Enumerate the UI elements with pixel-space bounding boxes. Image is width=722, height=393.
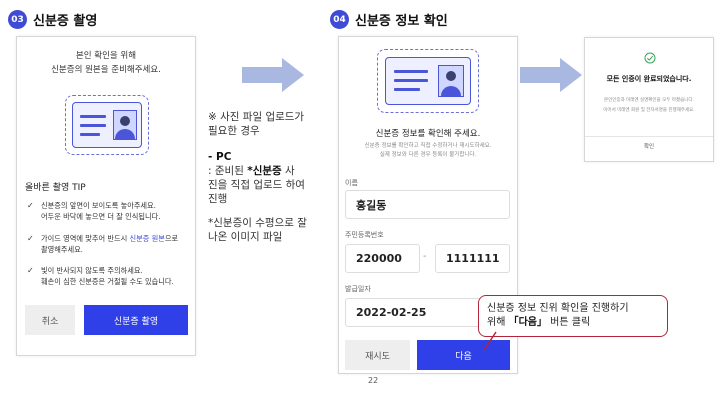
info-subtext-line: 실제 정보와 다른 경우 등록이 불가합니다. — [379, 152, 477, 158]
arrow-right-icon — [242, 58, 304, 92]
modal-divider — [585, 136, 713, 137]
callout-pointer-icon — [483, 331, 497, 351]
upload-note: ※ 사진 파일 업로드가 필요한 경우 - PC : 준비된 *신분증 사 진을… — [208, 110, 307, 244]
callout-highlight: 「다음」 — [508, 317, 547, 328]
completion-subtext: 본인인증과 미래엔 실명확인을 모두 마쳤습니다. 이어서 미래엔 회원 및 전… — [585, 96, 713, 116]
tip-line: 어두운 바닥에 놓으면 더 잘 인식됩니다. — [41, 212, 161, 221]
check-icon: ✓ — [27, 234, 34, 243]
tip-line: 신분증의 앞면이 보이도록 놓아주세요. — [41, 201, 156, 210]
tip-line: 빛이 반사되지 않도록 주의하세요. — [41, 266, 143, 275]
tip-line: 으로 — [164, 234, 179, 243]
note-pc-title: - PC — [208, 151, 232, 163]
name-label: 이름 — [345, 179, 358, 187]
info-subtext: 신분증 정보를 확인하고 직접 수정하거나 재시도하세요. 실제 정보와 다른 … — [339, 142, 517, 160]
capture-tip-item: ✓ 빛이 반사되지 않도록 주의하세요. 훼손이 심한 신분증은 거절될 수도 있… — [27, 265, 174, 287]
check-icon: ✓ — [27, 201, 34, 210]
note-line: 진행 — [208, 193, 228, 205]
note-line: 나온 이미지 파일 — [208, 231, 283, 243]
arrow-right-icon — [520, 58, 582, 92]
note-line: ※ 사진 파일 업로드가 — [208, 111, 305, 123]
id-card-illustration-icon — [377, 49, 479, 113]
completion-title: 모든 인증이 완료되었습니다. — [606, 75, 692, 83]
callout-line: 신분증 정보 진위 확인을 진행하기 — [487, 303, 629, 314]
issue-date-label: 발급일자 — [345, 285, 371, 293]
capture-intro-line1: 본인 확인을 위해 — [75, 51, 137, 61]
rrn-dash: - — [423, 251, 427, 262]
tip-line: 촬영해주세요. — [41, 245, 83, 254]
callout-line: 버튼 클릭 — [547, 317, 591, 328]
tip-line: 훼손이 심한 신분증은 거절될 수도 있습니다. — [41, 277, 174, 286]
step4-number-badge: 04 — [330, 10, 349, 29]
capture-tip-title: 올바른 촬영 TIP — [25, 183, 86, 193]
capture-id-button[interactable]: 신분증 촬영 — [84, 305, 188, 335]
tip-line: 가이드 영역에 맞추어 반드시 — [41, 234, 130, 243]
note-line: 사 — [281, 165, 295, 177]
info-subtext-line: 신분증 정보를 확인하고 직접 수정하거나 재시도하세요. — [364, 143, 492, 149]
note-line: 필요한 경우 — [208, 125, 260, 137]
cancel-button[interactable]: 취소 — [25, 305, 75, 335]
step4-header: 04 신분증 정보 확인 — [330, 10, 448, 29]
info-heading: 신분증 정보를 확인해 주세요. — [375, 129, 481, 139]
capture-tip-item: ✓ 가이드 영역에 맞추어 반드시 신분증 원본으로 촬영해주세요. — [27, 233, 178, 255]
name-field[interactable]: 홍길동 — [345, 190, 510, 219]
note-line: *신분증이 수평으로 잘 — [208, 217, 307, 229]
completion-subtext-line: 이어서 미래엔 회원 및 전자서명을 진행해주세요. — [603, 108, 695, 113]
rrn-label: 주민등록번호 — [345, 231, 384, 239]
success-check-icon — [644, 52, 656, 64]
note-line: : 준비된 — [208, 165, 248, 177]
rrn-back-field[interactable]: 1111111 — [435, 244, 510, 273]
step4-title: 신분증 정보 확인 — [355, 14, 448, 29]
note-line: 진을 직접 업로드 하여 — [208, 179, 305, 191]
completion-subtext-line: 본인인증과 미래엔 실명확인을 모두 마쳤습니다. — [604, 98, 694, 103]
step3-title: 신분증 촬영 — [33, 14, 98, 29]
note-highlight: *신분증 — [247, 165, 282, 177]
callout-line: 위해 — [487, 317, 509, 328]
confirm-button[interactable]: 확인 — [585, 142, 713, 150]
completion-modal: 모든 인증이 완료되었습니다. 본인인증과 미래엔 실명확인을 모두 마쳤습니다… — [584, 37, 714, 162]
step3-number-badge: 03 — [8, 10, 27, 29]
retry-button[interactable]: 재시도 — [345, 340, 410, 370]
id-card-illustration-icon — [65, 95, 149, 155]
step3-header: 03 신분증 촬영 — [8, 10, 97, 29]
rrn-front-field[interactable]: 220000 — [345, 244, 420, 273]
check-icon: ✓ — [27, 266, 34, 275]
capture-intro: 본인 확인을 위해 신분증의 원본을 준비해주세요. — [17, 49, 195, 77]
capture-intro-line2: 신분증의 원본을 준비해주세요. — [51, 65, 161, 75]
page-number: 22 — [368, 376, 379, 385]
tip-highlight: 신분증 원본 — [129, 234, 165, 243]
id-capture-screen: 본인 확인을 위해 신분증의 원본을 준비해주세요. 올바른 촬영 TIP ✓ … — [16, 36, 196, 356]
capture-tip-item: ✓ 신분증의 앞면이 보이도록 놓아주세요. 어두운 바닥에 놓으면 더 잘 인식… — [27, 200, 161, 222]
